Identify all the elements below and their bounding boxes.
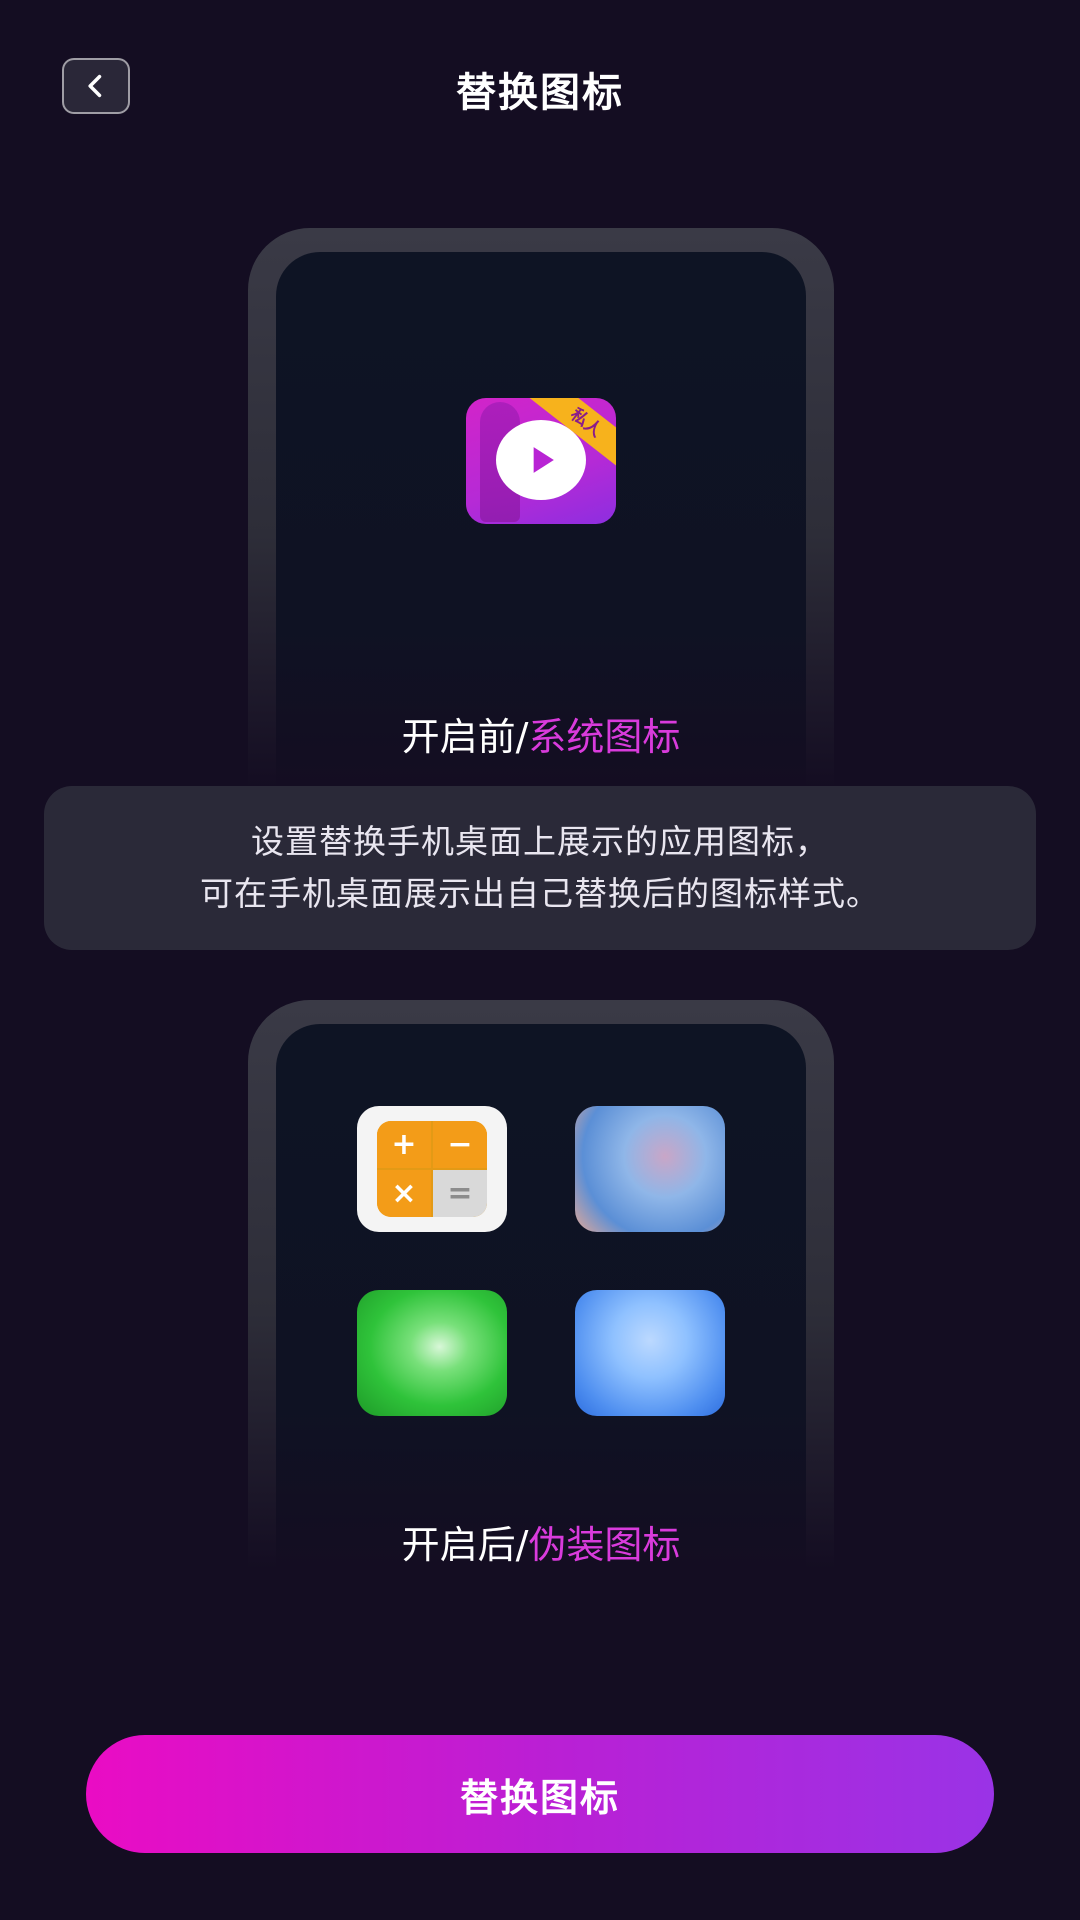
calculator-icon: + − × = bbox=[357, 1106, 507, 1232]
info-banner: 设置替换手机桌面上展示的应用图标， 可在手机桌面展示出自己替换后的图标样式。 bbox=[44, 786, 1036, 950]
equals-symbol: = bbox=[433, 1170, 487, 1217]
page-title: 替换图标 bbox=[456, 70, 624, 116]
blurred-photo-icon bbox=[575, 1106, 725, 1232]
caption-after-prefix: 开启后/ bbox=[401, 1523, 529, 1567]
replace-icon-page: 替换图标 开启前/系统图标 私人 设置替换手机桌面上展示的应用图标， 可在手机桌… bbox=[0, 0, 1080, 1920]
caption-after-accent: 伪装图标 bbox=[528, 1523, 681, 1567]
blue-app-icon bbox=[575, 1290, 725, 1416]
phone-preview-after: 开启后/伪装图标 bbox=[248, 1000, 834, 1570]
calculator-pad: + − × = bbox=[377, 1121, 487, 1217]
green-app-icon bbox=[357, 1290, 507, 1416]
private-video-app-icon: 私人 bbox=[466, 398, 616, 524]
caption-before-prefix: 开启前/ bbox=[401, 715, 529, 759]
plus-symbol: + bbox=[377, 1121, 431, 1168]
caption-before: 开启前/系统图标 bbox=[276, 706, 806, 761]
minus-symbol: − bbox=[433, 1121, 487, 1168]
info-line-2: 可在手机桌面展示出自己替换后的图标样式。 bbox=[200, 874, 880, 913]
phone-screen-after: 开启后/伪装图标 bbox=[276, 1024, 806, 1570]
play-icon bbox=[496, 420, 586, 500]
caption-before-accent: 系统图标 bbox=[528, 715, 681, 759]
info-line-1: 设置替换手机桌面上展示的应用图标， bbox=[251, 822, 829, 861]
replace-icon-button[interactable]: 替换图标 bbox=[86, 1735, 994, 1853]
caption-after: 开启后/伪装图标 bbox=[276, 1514, 806, 1569]
times-symbol: × bbox=[377, 1170, 431, 1217]
